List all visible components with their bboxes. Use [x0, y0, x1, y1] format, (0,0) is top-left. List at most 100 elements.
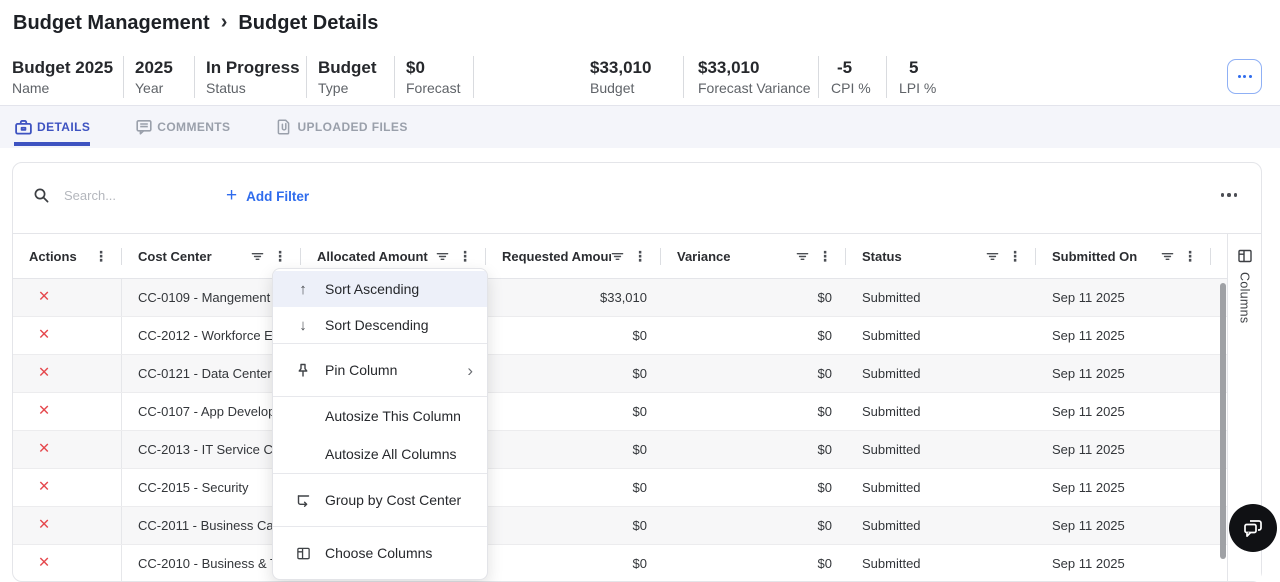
menu-item-autosize-this-column[interactable]: Autosize This Column	[273, 397, 487, 435]
menu-item-autosize-all-columns[interactable]: Autosize All Columns	[273, 435, 487, 473]
column-label: Requested Amount	[502, 249, 611, 264]
delete-x-icon[interactable]: ✕	[38, 518, 50, 533]
menu-item-group-by-cost-center[interactable]: Group by Cost Center	[273, 474, 487, 526]
column-header-submitted-on[interactable]: Submitted On ⋮	[1036, 234, 1211, 278]
stat-status-value: In Progress	[206, 57, 306, 78]
submitted-on-cell: Sep 11 2025	[1036, 393, 1211, 430]
breadcrumb-budget-management[interactable]: Budget Management	[13, 12, 210, 35]
actions-cell: ✕	[13, 507, 122, 544]
submitted-on-cell: Sep 11 2025	[1036, 469, 1211, 506]
filter-icon[interactable]	[611, 250, 624, 263]
column-header-status[interactable]: Status ⋮	[846, 234, 1036, 278]
column-header-requested-amount[interactable]: Requested Amount ⋮	[486, 234, 661, 278]
group-icon	[293, 493, 313, 508]
filter-icon[interactable]	[796, 250, 809, 263]
stat-budget-label: Budget	[590, 79, 683, 97]
stat-year-label: Year	[135, 79, 194, 97]
submitted-on-cell: Sep 11 2025	[1036, 431, 1211, 468]
menu-item-label: Choose Columns	[325, 545, 473, 561]
stat-budget: $33,010 Budget	[473, 54, 683, 100]
search-input[interactable]: Search...	[33, 187, 116, 204]
requested-amount-cell: $0	[486, 317, 661, 354]
column-menu-icon[interactable]: ⋮	[458, 249, 472, 263]
actions-cell: ✕	[13, 279, 122, 316]
variance-cell: $0	[661, 355, 846, 392]
summary-more-button[interactable]	[1227, 59, 1262, 94]
budget-summary-bar: Budget 2025 Name 2025 Year In Progress S…	[12, 54, 946, 100]
table-row: ✕ CC-2013 - IT Service Cont $0 $0 Submit…	[13, 431, 1227, 469]
delete-x-icon[interactable]: ✕	[38, 328, 50, 343]
stat-type-value: Budget	[318, 57, 394, 78]
menu-item-choose-columns[interactable]: Choose Columns	[273, 527, 487, 579]
requested-amount-cell: $0	[486, 545, 661, 581]
column-menu-icon[interactable]: ⋮	[818, 249, 832, 263]
column-header-truncated[interactable]: S	[1211, 234, 1227, 278]
menu-item-label: Autosize All Columns	[325, 446, 473, 462]
column-header-actions[interactable]: Actions ⋮	[13, 234, 122, 278]
status-cell: Submitted	[846, 355, 1036, 392]
add-filter-button[interactable]: + Add Filter	[226, 187, 309, 206]
grid-menu-button[interactable]	[1221, 193, 1238, 197]
delete-x-icon[interactable]: ✕	[38, 290, 50, 305]
variance-cell: $0	[661, 393, 846, 430]
column-label: Submitted On	[1052, 249, 1161, 264]
grid-header-row: Actions ⋮ Cost Center ⋮ Allocated Amount…	[13, 234, 1227, 279]
stat-type: Budget Type	[306, 54, 394, 100]
menu-item-pin-column[interactable]: Pin Column ›	[273, 344, 487, 396]
stat-budget-value: $33,010	[590, 57, 683, 78]
menu-item-sort-descending[interactable]: ↓ Sort Descending	[273, 307, 487, 343]
column-menu-icon[interactable]: ⋮	[94, 249, 108, 263]
variance-cell: $0	[661, 279, 846, 316]
variance-cell: $0	[661, 317, 846, 354]
column-menu-icon[interactable]: ⋮	[1183, 249, 1197, 263]
ellipsis-icon	[1238, 75, 1241, 78]
delete-x-icon[interactable]: ✕	[38, 556, 50, 571]
arrow-up-icon: ↑	[293, 282, 313, 297]
stat-forecast-label: Forecast	[406, 79, 473, 97]
actions-cell: ✕	[13, 545, 122, 581]
column-menu-icon[interactable]: ⋮	[633, 249, 647, 263]
status-cell: Submitted	[846, 545, 1036, 581]
menu-item-label: Group by Cost Center	[325, 492, 473, 508]
filter-icon[interactable]	[436, 250, 449, 263]
stat-forecast-variance-value: $33,010	[698, 57, 818, 78]
tab-details[interactable]: DETAILS	[14, 106, 90, 148]
stat-cpi-label: CPI %	[831, 79, 886, 97]
delete-x-icon[interactable]: ✕	[38, 480, 50, 495]
delete-x-icon[interactable]: ✕	[38, 442, 50, 457]
table-row: ✕ CC-0121 - Data Center Tes $0 $0 Submit…	[13, 355, 1227, 393]
actions-cell: ✕	[13, 393, 122, 430]
requested-amount-cell: $0	[486, 507, 661, 544]
columns-panel-label: Columns	[1238, 272, 1252, 323]
filter-icon[interactable]	[1161, 250, 1174, 263]
column-label: Variance	[677, 249, 796, 264]
stat-status: In Progress Status	[194, 54, 306, 100]
column-header-variance[interactable]: Variance ⋮	[661, 234, 846, 278]
chat-button[interactable]	[1229, 504, 1277, 552]
submitted-on-cell: Sep 11 2025	[1036, 507, 1211, 544]
delete-x-icon[interactable]: ✕	[38, 366, 50, 381]
column-menu-icon[interactable]: ⋮	[1008, 249, 1022, 263]
status-cell: Submitted	[846, 507, 1036, 544]
tab-uploaded-files[interactable]: UPLOADED FILES	[275, 106, 407, 148]
filter-icon[interactable]	[251, 250, 264, 263]
actions-cell: ✕	[13, 431, 122, 468]
requested-amount-cell: $0	[486, 393, 661, 430]
requested-amount-cell: $0	[486, 355, 661, 392]
stat-forecast-variance: $33,010 Forecast Variance	[683, 54, 818, 100]
delete-x-icon[interactable]: ✕	[38, 404, 50, 419]
submitted-on-cell: Sep 11 2025	[1036, 279, 1211, 316]
filter-icon[interactable]	[986, 250, 999, 263]
breadcrumb-separator-icon: ›	[221, 11, 228, 34]
table-row: ✕ CC-2010 - Business & Tec $0 $0 Submitt…	[13, 545, 1227, 581]
menu-item-sort-ascending[interactable]: ↑ Sort Ascending	[273, 271, 487, 307]
column-menu-icon[interactable]: ⋮	[273, 249, 287, 263]
stat-year: 2025 Year	[123, 54, 194, 100]
submitted-on-cell: Sep 11 2025	[1036, 317, 1211, 354]
menu-item-label: Autosize This Column	[325, 408, 473, 424]
actions-cell: ✕	[13, 317, 122, 354]
variance-cell: $0	[661, 507, 846, 544]
tab-comments[interactable]: COMMENTS	[135, 106, 230, 148]
add-filter-label: Add Filter	[246, 189, 309, 204]
vertical-scrollbar[interactable]	[1220, 283, 1226, 559]
